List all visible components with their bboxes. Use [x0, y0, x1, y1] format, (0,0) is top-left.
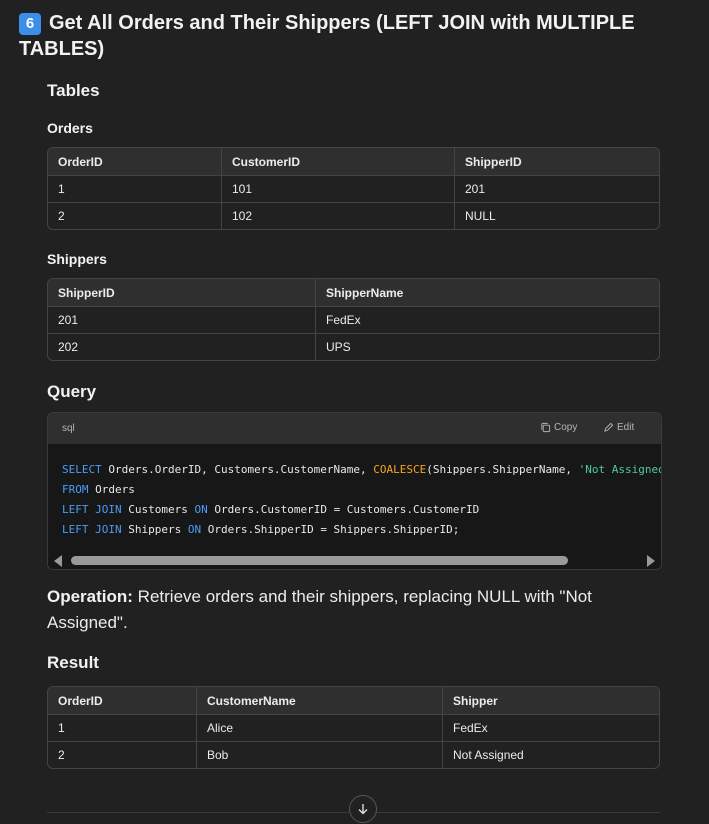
code-language-label: sql — [62, 423, 75, 434]
operation-paragraph: Operation: Retrieve orders and their shi… — [47, 584, 660, 636]
keycap-six-icon: 6 — [19, 13, 41, 35]
code-line: SELECT Orders.OrderID, Customers.Custome… — [62, 463, 661, 476]
code-content[interactable]: SELECT Orders.OrderID, Customers.Custome… — [48, 444, 661, 540]
query-heading: Query — [47, 382, 97, 401]
copy-label: Copy — [554, 422, 578, 433]
table-row: 202 UPS — [48, 334, 659, 360]
column-header: OrderID — [48, 687, 197, 715]
scrollbar-thumb[interactable] — [71, 556, 568, 565]
code-line: FROM Orders — [62, 483, 135, 496]
edit-button[interactable]: Edit — [603, 422, 634, 433]
code-block: sql Copy Edit SELECT Orders.OrderID, Cus… — [47, 412, 662, 570]
table-cell: NULL — [465, 209, 496, 223]
table-cell: 102 — [222, 203, 455, 229]
table-cell: 2 — [48, 203, 222, 229]
column-header: ShipperID — [48, 279, 316, 307]
copy-button[interactable]: Copy — [540, 422, 577, 433]
table-cell: 101 — [222, 176, 455, 203]
edit-label: Edit — [617, 422, 635, 433]
horizontal-scrollbar[interactable] — [48, 551, 661, 569]
operation-label: Operation: — [47, 587, 133, 606]
table-row: 201 FedEx — [48, 307, 659, 334]
column-header: OrderID — [48, 148, 222, 176]
table-header-row: ShipperID ShipperName — [48, 279, 659, 307]
table-cell: Bob — [197, 742, 443, 768]
tables-heading: Tables — [47, 81, 100, 100]
scroll-down-arrow-icon — [358, 804, 368, 815]
shippers-table-title: Shippers — [47, 251, 107, 267]
table-cell: Alice — [197, 715, 443, 742]
table-cell: 2 — [48, 742, 197, 768]
column-header: CustomerID — [222, 148, 455, 176]
table-cell: 1 — [48, 176, 222, 203]
table-cell: 202 — [48, 334, 316, 360]
column-header: Shipper — [443, 687, 659, 715]
edit-icon — [604, 422, 614, 432]
result-table: OrderID CustomerName Shipper 1 Alice Fed… — [47, 686, 660, 769]
table-row: 1 Alice FedEx — [48, 715, 659, 742]
orders-table: OrderID CustomerID ShipperID 1 101 201 2… — [47, 147, 660, 230]
table-header-row: OrderID CustomerName Shipper — [48, 687, 659, 715]
section-heading-text: Get All Orders and Their Shippers (LEFT … — [19, 12, 635, 60]
table-row: 1 101 201 — [48, 176, 659, 203]
shippers-table: ShipperID ShipperName 201 FedEx 202 UPS — [47, 278, 660, 361]
scroll-right-arrow-icon[interactable] — [647, 555, 655, 567]
column-header: ShipperName — [316, 279, 659, 307]
table-row: 2 102 NULL — [48, 203, 659, 229]
column-header: ShipperID — [455, 148, 659, 176]
orders-table-title: Orders — [47, 120, 93, 136]
copy-icon — [541, 422, 551, 433]
section-heading: 6 Get All Orders and Their Shippers (LEFT… — [19, 10, 659, 62]
table-cell: 201 — [48, 307, 316, 334]
scroll-to-bottom-button[interactable] — [349, 795, 377, 823]
table-header-row: OrderID CustomerID ShipperID — [48, 148, 659, 176]
table-cell: Not Assigned — [453, 748, 524, 762]
code-header: sql Copy Edit — [48, 413, 661, 444]
table-cell: FedEx — [316, 307, 659, 334]
scroll-left-arrow-icon[interactable] — [54, 555, 62, 567]
code-line: LEFT JOIN Shippers ON Orders.ShipperID =… — [62, 523, 460, 536]
table-cell: 1 — [48, 715, 197, 742]
table-cell: 201 — [455, 176, 659, 203]
table-row: 2 Bob Not Assigned — [48, 742, 659, 768]
table-cell: UPS — [326, 340, 351, 354]
code-line: LEFT JOIN Customers ON Orders.CustomerID… — [62, 503, 480, 516]
table-cell: FedEx — [443, 715, 659, 742]
result-heading: Result — [47, 653, 99, 672]
column-header: CustomerName — [197, 687, 443, 715]
